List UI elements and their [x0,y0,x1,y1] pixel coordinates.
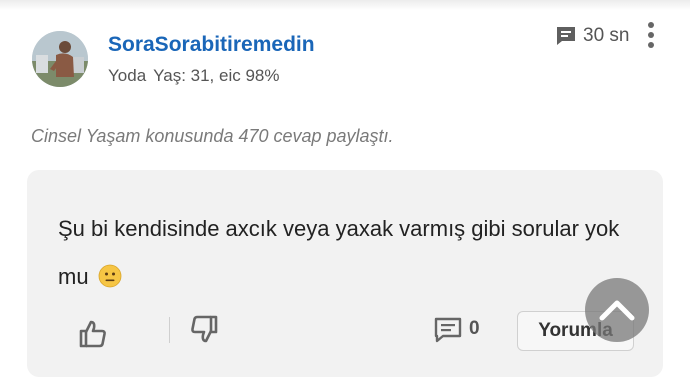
thumbs-down-icon [191,315,218,343]
vote-divider [169,317,170,343]
activity-summary: Cinsel Yaşam konusunda 470 cevap paylaşt… [31,126,394,146]
user-rank: Yoda [108,66,147,85]
top-shadow-strip [0,0,690,10]
thumbs-up-icon [79,320,106,348]
comment-icon [434,317,462,343]
comments-button[interactable]: 0 [433,315,493,345]
more-options-icon[interactable] [642,20,660,50]
like-button[interactable] [77,318,109,350]
answer-text-block: Şu bi kendisinde axcık veya yaxak varmış… [58,205,628,301]
dislike-button[interactable] [188,313,220,345]
scroll-to-top-button[interactable] [585,278,649,342]
answer-text: Şu bi kendisinde axcık veya yaxak varmış… [58,216,620,289]
post-time: 30 sn [583,25,630,46]
comment-count: 0 [469,318,480,339]
message-icon [554,24,578,48]
chevron-up-icon [599,300,635,321]
avatar[interactable] [32,31,88,87]
username-link[interactable]: SoraSorabitiremedin [108,33,315,57]
neutral-face-emoji-icon [98,264,122,288]
user-meta: Yoda Yaş: 31, eic 98% [108,66,279,86]
user-stats: Yaş: 31, eic 98% [153,66,280,85]
